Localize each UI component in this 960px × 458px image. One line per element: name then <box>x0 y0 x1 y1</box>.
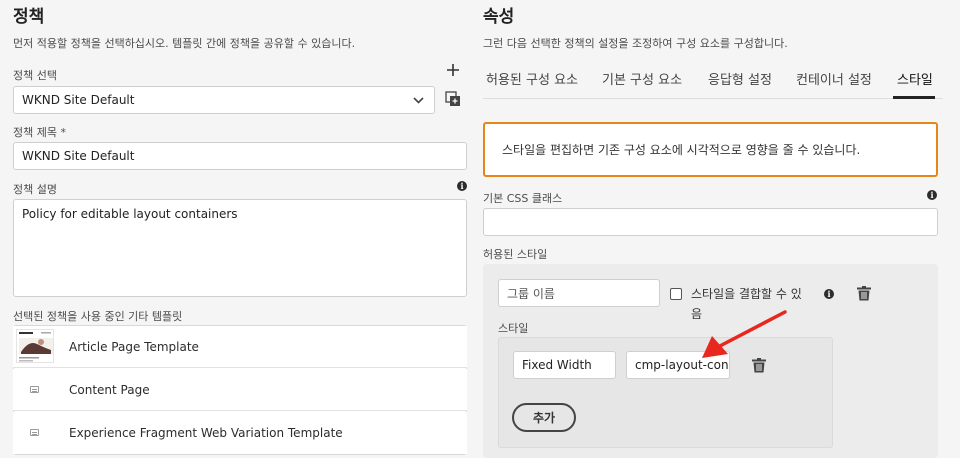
template-row[interactable]: Experience Fragment Web Variation Templa… <box>13 412 467 454</box>
page-icon <box>30 429 39 436</box>
properties-heading: 속성 <box>483 7 515 27</box>
style-name-input[interactable]: Fixed Width <box>513 351 616 379</box>
select-policy-label: 정책 선택 <box>13 69 57 82</box>
allowed-styles-label: 허용된 스타일 <box>483 248 548 261</box>
template-name: Content Page <box>69 382 150 397</box>
styles-label: 스타일 <box>498 322 529 335</box>
policy-select[interactable]: WKND Site Default <box>13 86 435 114</box>
template-row[interactable]: Article Page Template <box>13 326 467 368</box>
duplicate-policy-icon[interactable] <box>445 91 461 107</box>
tab-allowed-components[interactable]: 허용된 구성 요소 <box>486 69 578 88</box>
tab-divider <box>483 98 943 99</box>
template-name: Experience Fragment Web Variation Templa… <box>69 426 343 440</box>
page-icon <box>30 386 39 393</box>
css-class-label: 기본 CSS 클래스 <box>483 192 563 205</box>
policy-title-input[interactable]: WKND Site Default <box>13 142 467 170</box>
template-name: Article Page Template <box>69 339 199 354</box>
tab-styles[interactable]: 스타일 <box>897 69 933 88</box>
template-row[interactable]: Content Page <box>13 369 467 411</box>
tab-default-components[interactable]: 기본 구성 요소 <box>602 69 682 88</box>
tab-container-settings[interactable]: 컨테이너 설정 <box>796 69 872 88</box>
policy-description-textarea[interactable]: Policy for editable layout containers <box>13 199 467 297</box>
add-policy-icon[interactable] <box>446 62 460 76</box>
properties-description: 그런 다음 선택한 정책의 설정을 조정하여 구성 요소를 구성합니다. <box>483 37 788 50</box>
group-name-input[interactable]: 그룹 이름 <box>498 279 660 307</box>
chevron-down-icon <box>413 93 424 107</box>
template-thumbnail <box>16 329 54 363</box>
info-icon[interactable]: i <box>824 289 834 299</box>
active-tab-indicator <box>893 96 935 99</box>
policy-description: 먼저 적용할 정책을 선택하십시오. 템플릿 간에 정책을 공유할 수 있습니다… <box>13 37 356 50</box>
policy-title-label: 정책 제목 * <box>13 126 66 139</box>
policy-description-label: 정책 설명 <box>13 183 57 196</box>
info-icon[interactable]: i <box>927 190 937 200</box>
warning-alert: 스타일을 편집하면 기존 구성 요소에 시각적으로 영향을 줄 수 있습니다. <box>483 122 938 177</box>
tab-responsive-settings[interactable]: 응답형 설정 <box>708 69 772 88</box>
templates-label: 선택된 정책을 사용 중인 기타 템플릿 <box>13 310 183 323</box>
combine-styles-checkbox[interactable] <box>670 288 682 300</box>
add-style-button[interactable]: 추가 <box>512 403 576 432</box>
policy-select-value: WKND Site Default <box>22 93 135 107</box>
info-icon[interactable]: i <box>457 181 467 191</box>
css-class-input[interactable] <box>483 208 938 236</box>
annotation-arrow <box>702 310 787 358</box>
delete-group-icon[interactable] <box>857 286 871 301</box>
policy-heading: 정책 <box>13 7 45 27</box>
